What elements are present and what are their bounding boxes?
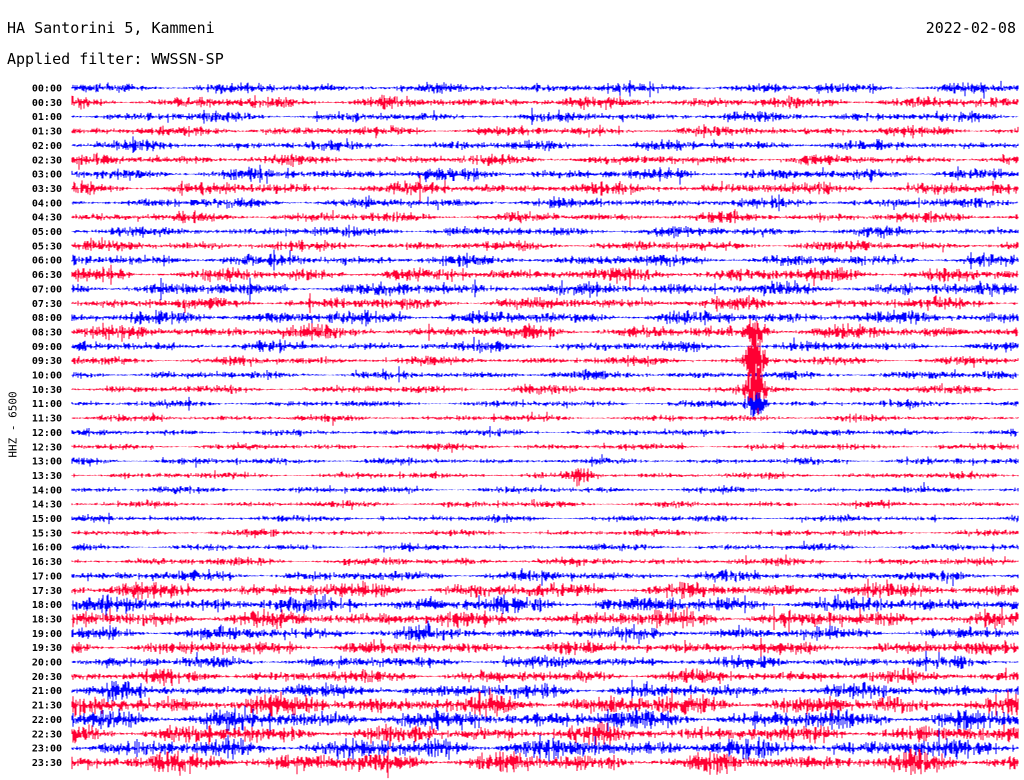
time-tick-label: 07:30 <box>32 299 62 310</box>
time-tick-label: 04:00 <box>32 198 62 209</box>
time-tick-label: 08:00 <box>32 313 62 324</box>
seismic-trace-1630 <box>71 554 1019 568</box>
time-tick-label: 09:30 <box>32 356 62 367</box>
time-tick-label: 18:00 <box>32 600 62 611</box>
time-tick-label: 15:30 <box>32 528 62 539</box>
time-tick-label: 05:00 <box>32 227 62 238</box>
seismic-trace-1330 <box>71 468 1019 487</box>
time-tick-label: 16:30 <box>32 557 62 568</box>
time-tick-label: 19:00 <box>32 629 62 640</box>
seismic-trace-0200 <box>71 136 1019 153</box>
helicorder-plot: 00:00 00:30 01:00 01:30 02:00 02:30 03:00 03:30… <box>32 80 1019 779</box>
time-tick-label: 19:30 <box>32 643 62 654</box>
seismic-trace-0500 <box>71 224 1019 239</box>
seismic-trace-0130 <box>71 124 1019 139</box>
time-tick-label: 10:30 <box>32 385 62 396</box>
time-tick-label: 05:30 <box>32 241 62 252</box>
time-tick-label: 09:00 <box>32 342 62 353</box>
time-tick-label: 22:00 <box>32 715 62 726</box>
time-tick-label: 11:30 <box>32 414 62 425</box>
time-tick-label: 23:00 <box>32 744 62 755</box>
time-tick-labels: 00:00 00:30 01:00 01:30 02:00 02:30 03:00 03:30… <box>32 84 62 769</box>
time-tick-label: 03:00 <box>32 170 62 181</box>
time-tick-label: 17:30 <box>32 586 62 597</box>
time-tick-label: 12:00 <box>32 428 62 439</box>
time-tick-label: 14:00 <box>32 485 62 496</box>
seismic-trace-0000 <box>71 80 1019 99</box>
time-tick-label: 18:30 <box>32 614 62 625</box>
seismic-trace-2230 <box>71 721 1019 747</box>
seismic-trace-1130 <box>71 411 1019 426</box>
time-tick-label: 13:00 <box>32 457 62 468</box>
time-tick-label: 13:30 <box>32 471 62 482</box>
seismic-trace-1000 <box>71 366 1019 383</box>
seismic-trace-1730 <box>71 578 1019 600</box>
seismic-trace-1030 <box>71 363 1019 416</box>
time-tick-label: 21:00 <box>32 686 62 697</box>
seismic-trace-0800 <box>71 309 1019 327</box>
time-tick-label: 20:30 <box>32 672 62 683</box>
seismic-trace-0600 <box>71 249 1019 271</box>
seismic-trace-0300 <box>71 164 1019 185</box>
time-tick-label: 08:30 <box>32 327 62 338</box>
seismic-trace-1830 <box>71 606 1019 634</box>
time-tick-label: 06:00 <box>32 256 62 267</box>
seismic-trace-0400 <box>71 194 1019 212</box>
seismic-trace-0230 <box>71 152 1019 170</box>
time-tick-label: 14:30 <box>32 500 62 511</box>
time-tick-label: 01:00 <box>32 112 62 123</box>
time-tick-label: 03:30 <box>32 184 62 195</box>
time-tick-label: 02:30 <box>32 155 62 166</box>
seismic-trace-1600 <box>71 540 1019 553</box>
seismic-trace-1430 <box>71 499 1019 510</box>
seismic-trace-1100 <box>71 392 1019 418</box>
seismic-trace-0530 <box>71 237 1019 253</box>
time-tick-label: 07:00 <box>32 284 62 295</box>
time-tick-label: 06:30 <box>32 270 62 281</box>
seismic-trace-1300 <box>71 454 1019 468</box>
seismic-trace-0700 <box>71 277 1019 302</box>
seismic-trace-1530 <box>71 528 1019 539</box>
seismic-trace-0330 <box>71 175 1019 202</box>
time-tick-label: 16:00 <box>32 543 62 554</box>
seismic-trace-2100 <box>71 679 1019 704</box>
time-tick-label: 01:30 <box>32 127 62 138</box>
seismic-trace-0630 <box>71 264 1019 287</box>
time-tick-label: 23:30 <box>32 758 62 769</box>
seismic-trace-1930 <box>71 637 1019 658</box>
seismic-trace-0430 <box>71 209 1019 224</box>
seismic-trace-0900 <box>71 336 1019 354</box>
time-tick-label: 17:00 <box>32 571 62 582</box>
time-tick-label: 02:00 <box>32 141 62 152</box>
seismic-trace-0730 <box>71 293 1019 314</box>
seismic-trace-2330 <box>71 748 1019 779</box>
time-tick-label: 10:00 <box>32 371 62 382</box>
seismic-trace-1200 <box>71 426 1019 438</box>
time-tick-label: 00:30 <box>32 98 62 109</box>
time-tick-label: 04:30 <box>32 213 62 224</box>
seismic-trace-1400 <box>71 482 1019 495</box>
time-tick-label: 15:00 <box>32 514 62 525</box>
time-tick-label: 21:30 <box>32 701 62 712</box>
seismic-trace-1500 <box>71 512 1019 525</box>
time-tick-label: 00:00 <box>32 84 62 95</box>
time-tick-label: 12:30 <box>32 442 62 453</box>
seismic-trace-1230 <box>71 442 1019 453</box>
seismic-traces <box>71 80 1019 779</box>
time-tick-label: 11:00 <box>32 399 62 410</box>
seismic-trace-0100 <box>71 107 1019 125</box>
time-tick-label: 22:30 <box>32 729 62 740</box>
time-tick-label: 20:00 <box>32 658 62 669</box>
seismic-trace-2000 <box>71 650 1019 672</box>
seismic-trace-0030 <box>71 94 1019 110</box>
seismic-trace-1800 <box>71 594 1019 616</box>
